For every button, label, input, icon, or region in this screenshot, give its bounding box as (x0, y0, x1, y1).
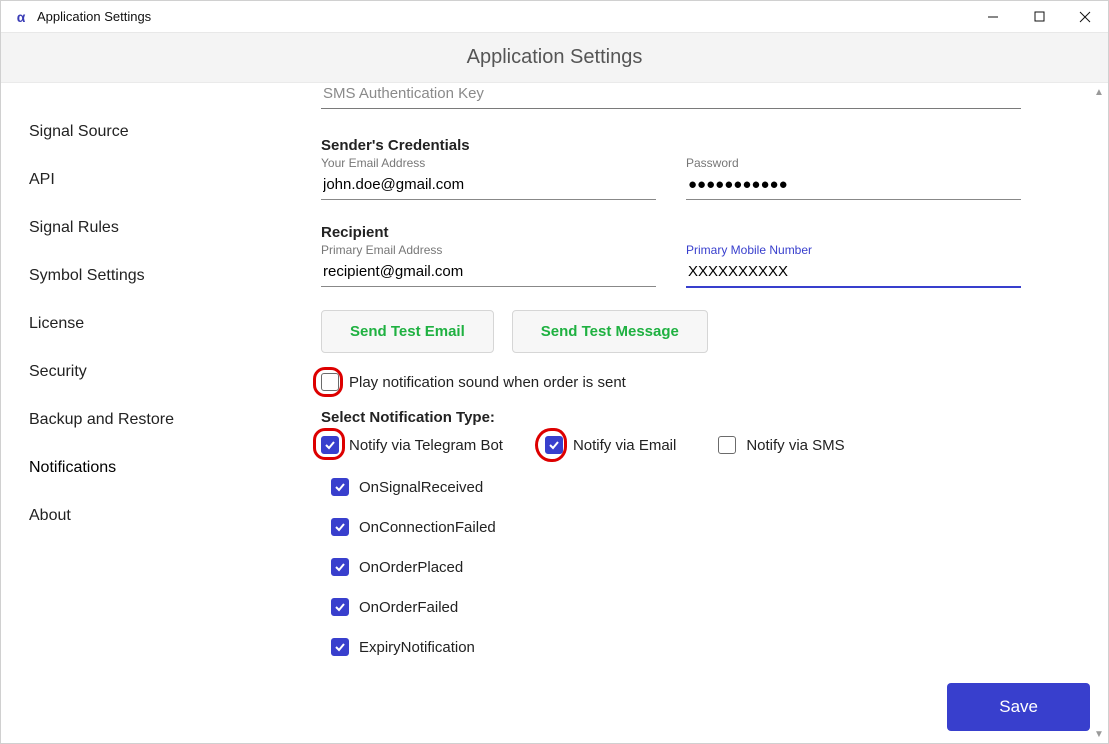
recipient-mobile-field[interactable] (686, 259, 1021, 288)
sidebar: Signal Source API Signal Rules Symbol Se… (1, 83, 301, 743)
save-button[interactable]: Save (947, 683, 1090, 731)
event-onconnectionfailed-checkbox[interactable] (331, 518, 349, 536)
titlebar: α Application Settings (1, 1, 1108, 33)
password-label: Password (686, 156, 1021, 170)
event-onorderplaced-label: OnOrderPlaced (359, 559, 463, 576)
sidebar-item-symbol-settings[interactable]: Symbol Settings (29, 257, 301, 295)
email-label: Your Email Address (321, 156, 656, 170)
maximize-button[interactable] (1016, 1, 1062, 33)
notify-telegram-checkbox[interactable] (321, 436, 339, 454)
send-test-email-button[interactable]: Send Test Email (321, 310, 494, 353)
sidebar-item-signal-source[interactable]: Signal Source (29, 113, 301, 151)
sender-credentials-title: Sender's Credentials (321, 137, 1048, 154)
play-sound-label: Play notification sound when order is se… (349, 374, 626, 391)
sidebar-item-backup-restore[interactable]: Backup and Restore (29, 401, 301, 439)
notify-email-checkbox[interactable] (545, 436, 563, 454)
play-sound-checkbox[interactable] (321, 373, 339, 391)
sidebar-item-signal-rules[interactable]: Signal Rules (29, 209, 301, 247)
event-onorderfailed-label: OnOrderFailed (359, 599, 458, 616)
event-onorderplaced-checkbox[interactable] (331, 558, 349, 576)
send-test-message-button[interactable]: Send Test Message (512, 310, 708, 353)
content: SMS Authentication Key Sender's Credenti… (301, 83, 1108, 743)
notify-sms-checkbox[interactable] (718, 436, 736, 454)
recipient-mobile-label: Primary Mobile Number (686, 243, 1021, 257)
notify-sms-label: Notify via SMS (746, 437, 844, 454)
notif-type-title: Select Notification Type: (321, 409, 1048, 426)
event-expirynotification-checkbox[interactable] (331, 638, 349, 656)
app-icon: α (11, 7, 31, 27)
window: α Application Settings Application Setti… (0, 0, 1109, 744)
event-onsignalreceived-label: OnSignalReceived (359, 479, 483, 496)
minimize-button[interactable] (970, 1, 1016, 33)
event-expirynotification-label: ExpiryNotification (359, 639, 475, 656)
recipient-title: Recipient (321, 224, 1048, 241)
play-sound-row: Play notification sound when order is se… (321, 373, 1048, 391)
page-title: Application Settings (467, 46, 643, 69)
sidebar-item-api[interactable]: API (29, 161, 301, 199)
event-onconnectionfailed-label: OnConnectionFailed (359, 519, 496, 536)
body: Signal Source API Signal Rules Symbol Se… (1, 83, 1108, 743)
recipient-email-field[interactable] (321, 259, 656, 287)
sidebar-item-notifications[interactable]: Notifications (29, 449, 301, 487)
password-field[interactable] (686, 172, 1021, 200)
close-button[interactable] (1062, 1, 1108, 33)
sidebar-item-about[interactable]: About (29, 497, 301, 535)
notify-email-label: Notify via Email (573, 437, 676, 454)
notify-telegram-label: Notify via Telegram Bot (349, 437, 503, 454)
scrollbar[interactable]: ▲ ▼ (1090, 83, 1108, 743)
scroll-down-icon[interactable]: ▼ (1090, 725, 1108, 743)
sms-auth-key-field[interactable]: SMS Authentication Key (321, 83, 1021, 109)
recipient-email-label: Primary Email Address (321, 243, 656, 257)
window-title: Application Settings (37, 9, 151, 24)
sidebar-item-license[interactable]: License (29, 305, 301, 343)
scroll-up-icon[interactable]: ▲ (1090, 83, 1108, 101)
event-onorderfailed-checkbox[interactable] (331, 598, 349, 616)
email-field[interactable] (321, 172, 656, 200)
event-onsignalreceived-checkbox[interactable] (331, 478, 349, 496)
sidebar-item-security[interactable]: Security (29, 353, 301, 391)
page-header: Application Settings (1, 33, 1108, 83)
